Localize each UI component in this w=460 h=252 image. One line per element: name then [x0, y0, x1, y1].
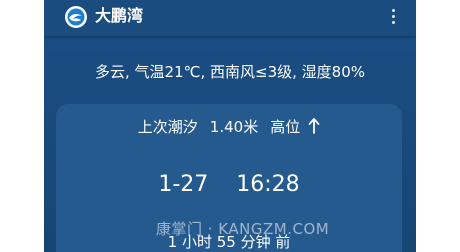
tide-height: 1.40米 [209, 118, 259, 136]
arrow-up-icon [308, 118, 320, 134]
weather-summary: 多云, 气温21℃, 西南风≤3级, 湿度80% [95, 63, 365, 81]
tide-datetime: 1-27 16:28 [56, 171, 402, 199]
more-vertical-icon[interactable] [388, 4, 400, 28]
tide-date: 1-27 [158, 172, 209, 197]
tide-elapsed: 1 小时 55 分钟 前 [167, 233, 291, 251]
app-title: 大鹏湾 [95, 6, 144, 25]
app-screen: 大鹏湾 多云, 气温21℃, 西南风≤3级, 湿度80% 上次潮汐 1.40米 高位… [44, 0, 416, 252]
tide-level: 高位 [270, 118, 301, 136]
app-bar: 大鹏湾 [44, 0, 416, 36]
app-logo-icon [65, 6, 87, 28]
tide-card: 上次潮汐 1.40米 高位 1-27 16:28 1 小时 55 分钟 前 [56, 104, 402, 252]
tide-header: 上次潮汐 1.40米 高位 [56, 116, 402, 138]
tide-time: 16:28 [236, 172, 300, 197]
tide-label: 上次潮汐 [137, 118, 198, 136]
